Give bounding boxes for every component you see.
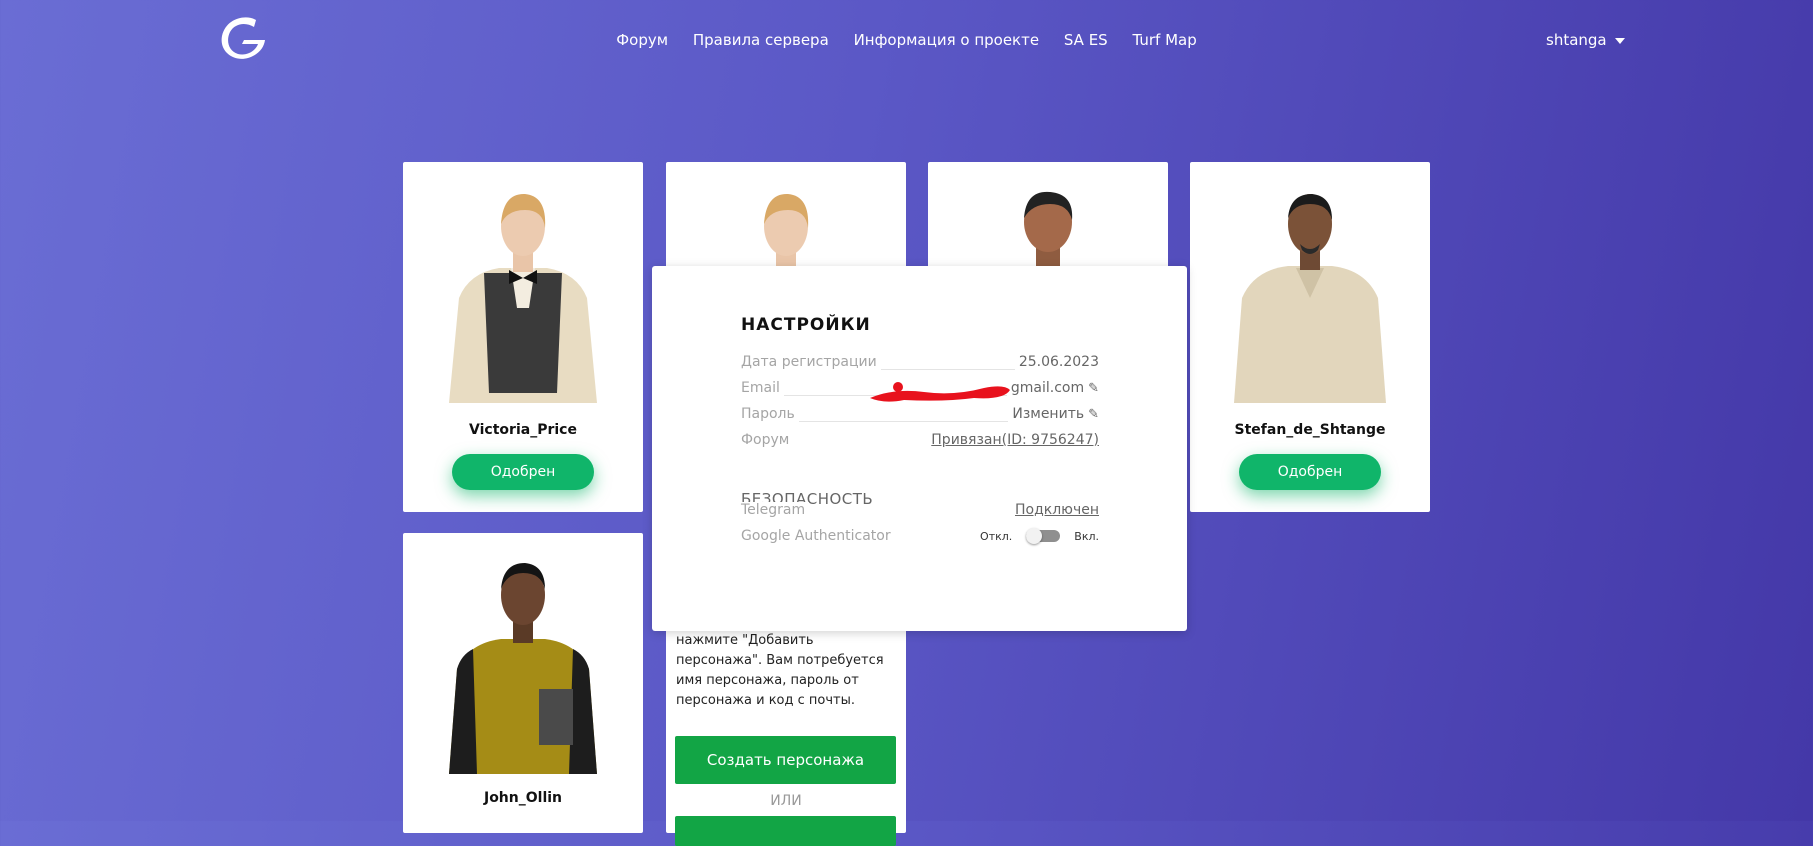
google-auth-toggle-group: Откл. Вкл. (980, 528, 1099, 544)
username: shtanga (1546, 31, 1607, 49)
forum-linked-link[interactable]: Привязан(ID: 9756247) (927, 432, 1099, 448)
settings-modal: НАСТРОЙКИ Дата регистрации 25.06.2023 Em… (652, 266, 1187, 631)
character-card[interactable]: Stefan_de_Shtange Одобрен (1190, 162, 1430, 512)
character-portrait (449, 563, 597, 774)
nav-sa-es[interactable]: SA ES (1064, 31, 1108, 49)
approved-button[interactable]: Одобрен (452, 454, 594, 490)
registration-date-row: Дата регистрации 25.06.2023 (741, 354, 1099, 376)
or-divider: ИЛИ (770, 793, 802, 809)
main-nav: Форум Правила сервера Информация о проек… (0, 31, 1813, 49)
row-value: 25.06.2023 (1014, 354, 1099, 370)
caret-down-icon (1614, 37, 1625, 44)
settings-title: НАСТРОЙКИ (741, 315, 871, 335)
character-card[interactable]: Victoria_Price Одобрен (403, 162, 643, 512)
row-label: Google Authenticator (741, 528, 895, 544)
telegram-connected-link[interactable]: Подключен (1011, 502, 1099, 518)
email-value-wrap: gmail.com ✎ (1006, 380, 1099, 396)
create-character-button[interactable]: Создать персонажа (675, 736, 896, 784)
pencil-icon[interactable]: ✎ (1088, 407, 1099, 422)
forum-row: Форум Привязан(ID: 9756247) (741, 432, 1099, 454)
redaction-scribble (870, 382, 1010, 402)
row-value: gmail.com (1010, 380, 1085, 396)
google-auth-toggle[interactable] (1026, 528, 1061, 544)
user-menu[interactable]: shtanga (1546, 31, 1625, 49)
character-name: Stefan_de_Shtange (1234, 422, 1386, 438)
row-label: Форум (741, 432, 794, 448)
telegram-row: Telegram Подключен (741, 502, 1099, 524)
approved-button[interactable]: Одобрен (1239, 454, 1381, 490)
character-portrait (1234, 194, 1386, 403)
create-help-text: нажмите "Добавить персонажа". Вам потреб… (676, 633, 884, 708)
toggle-off-label: Откл. (980, 529, 1013, 543)
row-label: Дата регистрации (741, 354, 881, 370)
character-card[interactable]: John_Ollin (403, 533, 643, 833)
change-password-wrap[interactable]: Изменить ✎ (1008, 406, 1099, 422)
pencil-icon[interactable]: ✎ (1088, 381, 1099, 396)
row-label: Пароль (741, 406, 799, 422)
toggle-on-label: Вкл. (1074, 529, 1099, 543)
header: Форум Правила сервера Информация о проек… (0, 0, 1813, 82)
nav-forum[interactable]: Форум (616, 31, 668, 49)
character-name: John_Ollin (483, 790, 563, 806)
nav-project-info[interactable]: Информация о проекте (854, 31, 1040, 49)
row-label: Telegram (741, 502, 810, 518)
password-row: Пароль Изменить ✎ (741, 406, 1099, 428)
character-name: Victoria_Price (469, 422, 577, 438)
nav-server-rules[interactable]: Правила сервера (693, 31, 829, 49)
nav-turf-map[interactable]: Turf Map (1132, 31, 1196, 49)
change-password-link[interactable]: Изменить (1012, 406, 1084, 422)
row-label: Email (741, 380, 784, 396)
character-portrait (449, 193, 597, 403)
google-auth-row: Google Authenticator Откл. Вкл. (741, 528, 1099, 550)
